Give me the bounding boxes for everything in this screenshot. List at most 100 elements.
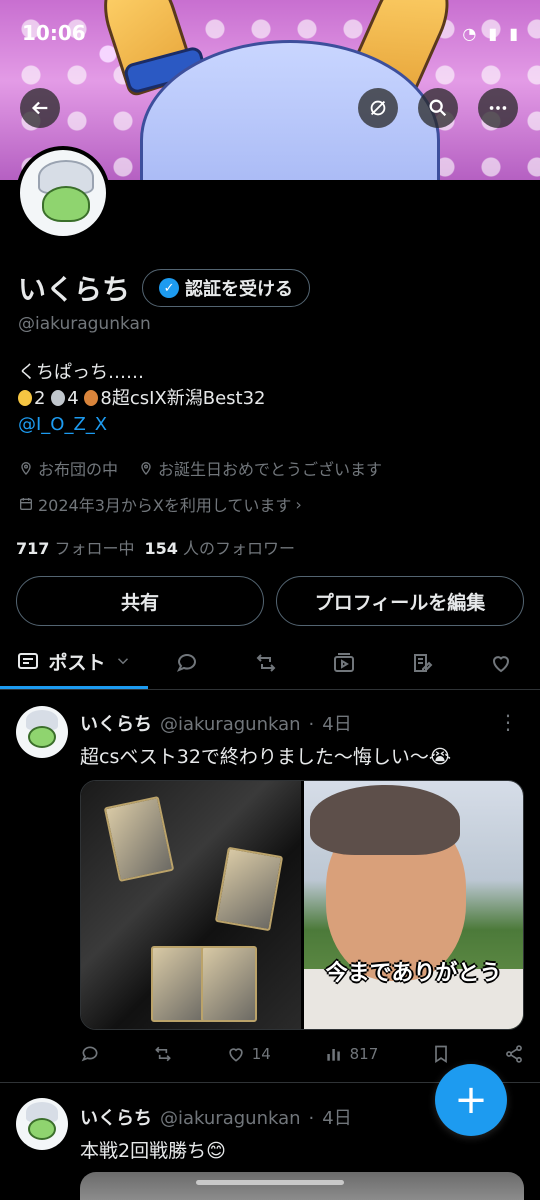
- like-count: 14: [251, 1045, 271, 1063]
- card-image: [214, 846, 284, 932]
- views-chart-icon: [326, 1049, 340, 1061]
- video-icon: [333, 652, 354, 672]
- silver-count: 4: [67, 388, 79, 409]
- share-post-button[interactable]: [504, 1044, 524, 1064]
- search-button[interactable]: [418, 88, 458, 128]
- birthday-text: お誕生日おめでとうございます: [158, 460, 383, 479]
- home-indicator[interactable]: [196, 1180, 344, 1185]
- share-button[interactable]: 共有: [16, 576, 264, 626]
- joined-row[interactable]: 2024年3月からXを利用しています ›: [18, 492, 302, 516]
- compose-post-button[interactable]: +: [435, 1064, 507, 1136]
- bronze-text: 8超csIX新潟Best32: [100, 388, 266, 409]
- post-header: いくらち @iakuragunkan · 4日: [80, 710, 352, 736]
- following-link[interactable]: 717 フォロー中: [16, 535, 135, 559]
- back-arrow-icon: [31, 101, 48, 115]
- joined-item[interactable]: 2024年3月からXを利用しています ›: [18, 492, 302, 516]
- tab-reposts[interactable]: [226, 636, 304, 689]
- repost-icon: [154, 1046, 171, 1062]
- media-image-photo[interactable]: 今までありがとう: [304, 781, 523, 1029]
- avatar-character: [28, 726, 56, 748]
- wifi-icon: ◔: [462, 23, 477, 43]
- bookmark-icon: [435, 1045, 447, 1064]
- tab-likes[interactable]: [462, 636, 540, 689]
- bookmark-button[interactable]: [431, 1044, 451, 1064]
- views-button[interactable]: 817: [324, 1044, 379, 1064]
- no-translate-icon: [370, 100, 386, 116]
- silver-medal-icon: [51, 390, 66, 406]
- card-image: [151, 946, 207, 1022]
- followers-label: 人のフォロワー: [183, 539, 296, 558]
- translate-button[interactable]: [358, 88, 398, 128]
- tab-replies[interactable]: [148, 636, 226, 689]
- more-button[interactable]: [478, 88, 518, 128]
- post-actions: 14 817: [80, 1044, 524, 1064]
- post-more-icon[interactable]: ⋮: [498, 710, 518, 734]
- avatar-character: [42, 186, 90, 222]
- post-header: いくらち @iakuragunkan · 4日: [80, 1104, 352, 1130]
- card-image: [103, 796, 175, 882]
- joined-text: 2024年3月からXを利用しています: [38, 496, 292, 515]
- more-horizontal-icon: [489, 106, 507, 110]
- post-author-name[interactable]: いくらち: [80, 1104, 152, 1130]
- followers-count: 154: [144, 539, 178, 558]
- search-icon: [429, 99, 447, 117]
- calendar-icon: [20, 498, 32, 510]
- profile-action-buttons: 共有 プロフィールを編集: [16, 576, 524, 626]
- post-avatar[interactable]: [16, 706, 68, 758]
- location-item: お布団の中: [18, 456, 118, 480]
- bio-line-2: 2 4 8超csIX新潟Best32: [18, 386, 266, 412]
- edit-profile-button[interactable]: プロフィールを編集: [276, 576, 524, 626]
- article-icon: [414, 653, 433, 672]
- views-count: 817: [349, 1045, 379, 1063]
- location-pin-icon: [21, 462, 31, 475]
- back-button[interactable]: [20, 88, 60, 128]
- post-time: 4日: [322, 714, 352, 735]
- heart-icon: [229, 1048, 243, 1062]
- status-time: 10:06: [22, 21, 86, 45]
- post-author-name[interactable]: いくらち: [80, 710, 152, 736]
- share-icon: [506, 1045, 522, 1063]
- follow-stats: 717 フォロー中 154 人のフォロワー: [16, 535, 295, 559]
- repost-icon: [256, 653, 275, 672]
- followers-link[interactable]: 154 人のフォロワー: [145, 535, 296, 559]
- reply-button[interactable]: [80, 1044, 100, 1064]
- post-text: 超csベスト32で終わりました〜悔しい〜😭: [80, 746, 452, 768]
- status-icons: ◔ ▮ ▮: [462, 24, 518, 43]
- reply-icon: [81, 1046, 98, 1062]
- profile-handle: @iakuragunkan: [18, 314, 151, 334]
- like-button[interactable]: 14: [226, 1044, 271, 1064]
- location-text: お布団の中: [38, 460, 119, 479]
- post-media[interactable]: 今までありがとう: [80, 780, 524, 1030]
- post-media[interactable]: [80, 1172, 524, 1200]
- reply-icon: [177, 653, 197, 672]
- status-bar: 10:06 ◔ ▮ ▮: [22, 18, 518, 48]
- get-verified-label: 認証を受ける: [185, 279, 294, 300]
- repost-button[interactable]: [153, 1044, 173, 1064]
- post-author-handle: @iakuragunkan: [160, 714, 301, 735]
- birthday-item: お誕生日おめでとうございます: [138, 456, 382, 480]
- tab-posts[interactable]: ポスト: [0, 636, 148, 689]
- get-verified-button[interactable]: ✓ 認証を受ける: [142, 269, 311, 307]
- post-dot-separator: ·: [308, 1108, 315, 1129]
- verified-check-icon: ✓: [159, 278, 180, 298]
- media-image-cards[interactable]: [81, 781, 301, 1029]
- profile-avatar[interactable]: [16, 146, 110, 240]
- media-caption: 今までありがとう: [325, 961, 502, 986]
- tab-articles[interactable]: [383, 636, 461, 689]
- profile-meta-row: お布団の中 お誕生日おめでとうございます: [18, 456, 382, 480]
- location-pin-icon: [141, 462, 151, 475]
- tab-videos[interactable]: [305, 636, 383, 689]
- bio-mention-link[interactable]: @I_O_Z_X: [18, 412, 266, 438]
- gold-count: 2: [34, 388, 46, 409]
- gold-medal-icon: [18, 390, 32, 406]
- chevron-down-icon: [117, 658, 128, 665]
- post-text: 本戦2回戦勝ち😊: [80, 1140, 226, 1162]
- chevron-right-icon: ›: [295, 494, 302, 514]
- following-count: 717: [16, 539, 50, 558]
- card-image: [201, 946, 257, 1022]
- battery-icon: ▮: [509, 23, 518, 43]
- avatar-character: [28, 1118, 56, 1140]
- following-label: フォロー中: [54, 539, 135, 558]
- post-avatar[interactable]: [16, 1098, 68, 1150]
- post-dot-separator: ·: [308, 714, 315, 735]
